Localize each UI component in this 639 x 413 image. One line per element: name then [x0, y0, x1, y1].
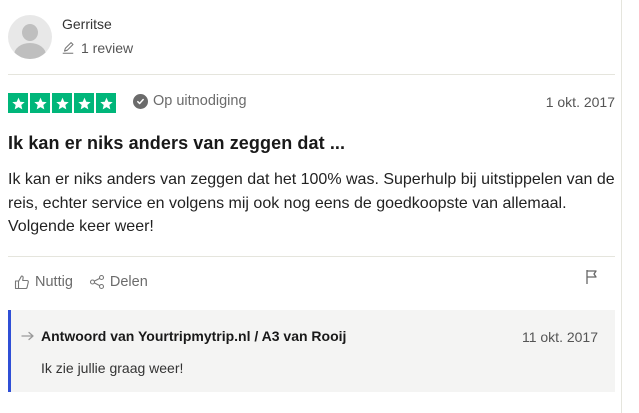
company-reply: Antwoord van Yourtripmytrip.nl / A3 van … — [8, 310, 615, 392]
star-icon — [96, 93, 116, 113]
share-icon — [89, 274, 104, 290]
invited-label: Op uitnodiging — [153, 93, 247, 109]
verified-check-icon — [133, 93, 148, 109]
review-actions: Nuttig Delen — [14, 274, 148, 290]
invited-badge[interactable]: Op uitnodiging — [133, 93, 247, 109]
star-icon — [74, 93, 94, 113]
avatar[interactable] — [8, 15, 52, 59]
card-edge-divider — [621, 0, 622, 413]
avatar-head-shape — [22, 24, 38, 41]
star-icon — [52, 93, 72, 113]
review-date: 1 okt. 2017 — [545, 94, 615, 110]
share-label: Delen — [109, 274, 148, 290]
pencil-icon — [62, 42, 74, 54]
actions-divider — [8, 256, 615, 257]
useful-button[interactable]: Nuttig — [14, 274, 73, 290]
reviewer-review-count: 1 review — [61, 40, 133, 56]
star-rating — [8, 93, 116, 113]
share-button[interactable]: Delen — [89, 274, 148, 290]
thumbs-up-icon — [14, 275, 29, 290]
reply-title: Antwoord van Yourtripmytrip.nl / A3 van … — [41, 328, 347, 344]
reply-arrow-icon — [21, 330, 35, 342]
useful-label: Nuttig — [35, 274, 73, 290]
reply-date: 11 okt. 2017 — [521, 329, 598, 345]
reviewer-name[interactable]: Gerritse — [62, 16, 112, 32]
review-card: Gerritse 1 review Op uitnodiging 1 okt. … — [0, 0, 639, 413]
star-icon — [30, 93, 50, 113]
avatar-body-shape — [14, 43, 46, 59]
review-body: Ik kan er niks anders van zeggen dat het… — [8, 171, 615, 235]
review-title[interactable]: Ik kan er niks anders van zeggen dat ... — [8, 133, 345, 154]
header-divider — [8, 74, 615, 75]
review-count-text: 1 review — [81, 40, 134, 56]
reply-text: Ik zie jullie graag weer! — [41, 360, 184, 376]
star-icon — [8, 93, 28, 113]
report-button[interactable] — [585, 269, 599, 285]
flag-icon — [586, 270, 597, 284]
